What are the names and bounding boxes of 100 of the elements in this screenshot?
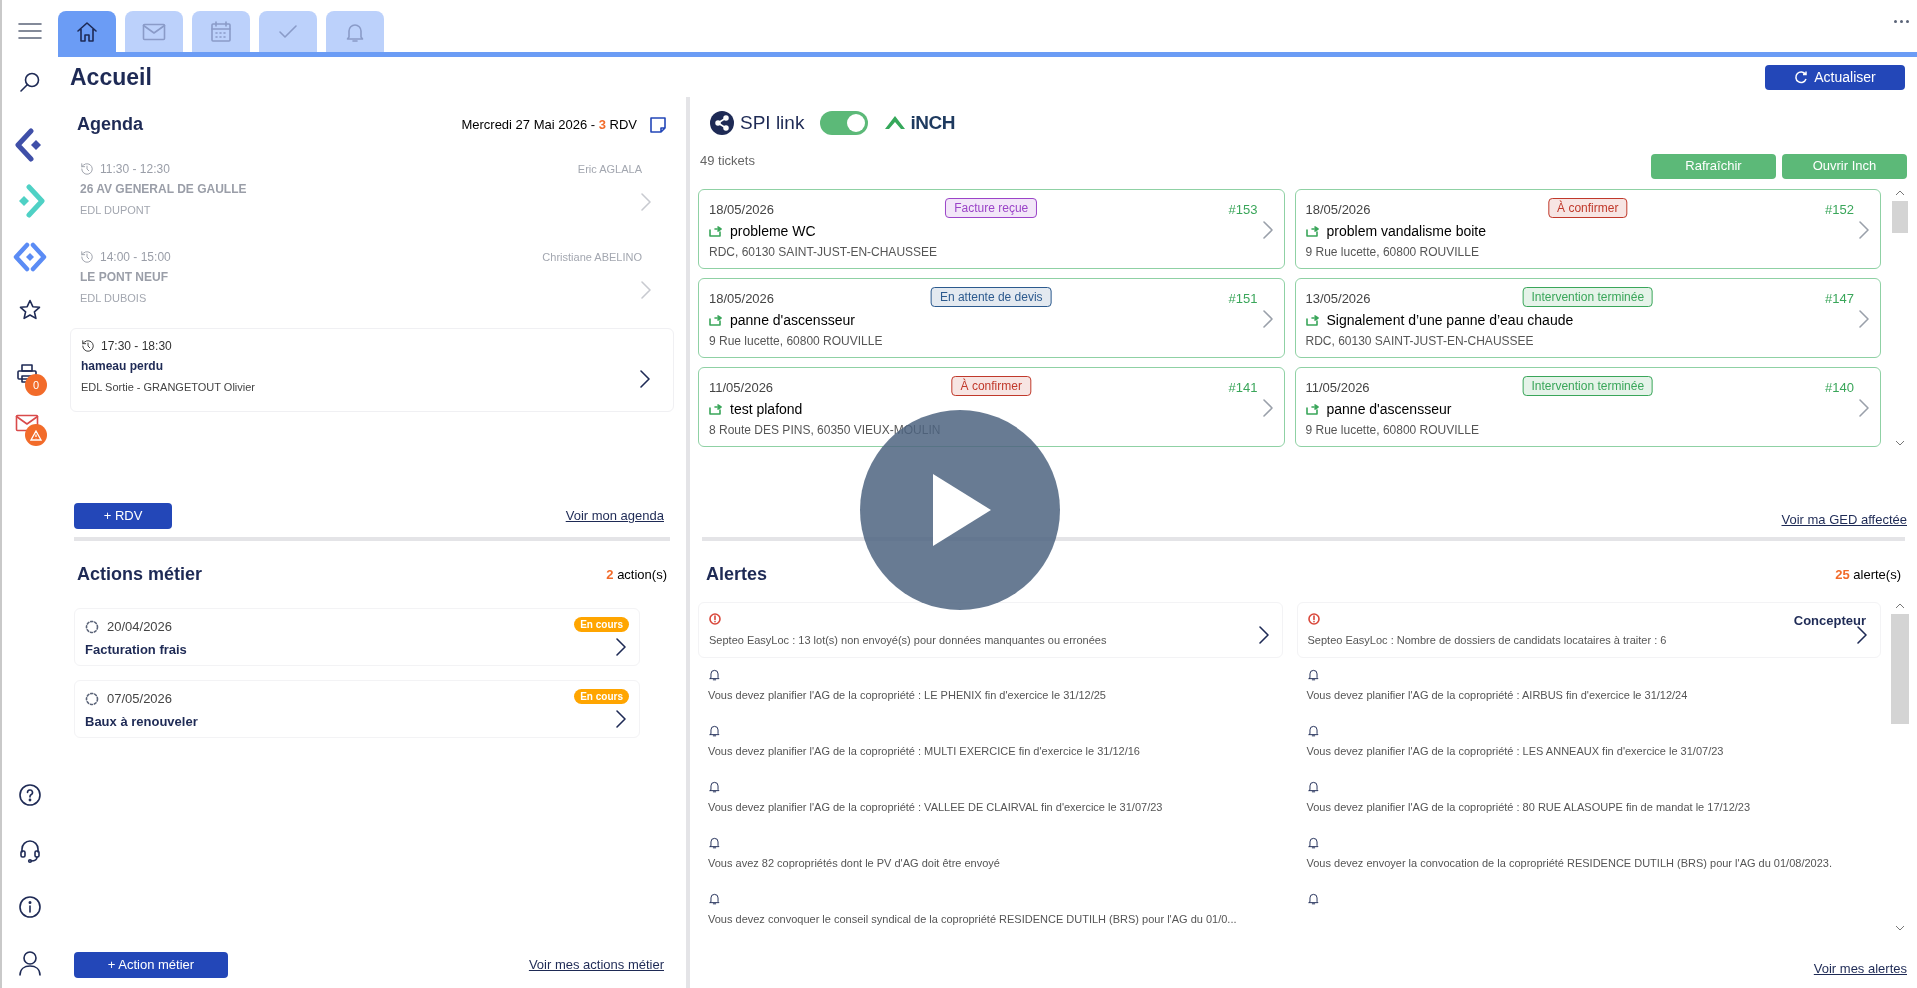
brand-name: SPI link: [740, 111, 805, 135]
alert-item[interactable]: Vous devez planifier l'AG de la copropriété : MULTI EXERCICE fin d'exercice le 31/12/16: [698, 714, 1283, 770]
chevron-right-icon: [1858, 219, 1870, 240]
sync-toggle[interactable]: [820, 111, 869, 136]
scroll-up-icon[interactable]: [1895, 602, 1905, 610]
ticket-icon: [709, 315, 722, 326]
action-count: 2 action(s): [606, 565, 667, 584]
alert-text: Vous avez 82 copropriétés dont le PV d'AG doit être envoyé: [708, 856, 1000, 871]
headset-icon: [18, 838, 42, 864]
ticket-title: Signalement d’une panne d’eau chaude: [1326, 311, 1574, 330]
section-title: Alertes: [706, 563, 768, 586]
envelope-icon: [142, 22, 166, 41]
alert-item[interactable]: Septeo EasyLoc : Nombre de dossiers de candidats locataires à traiter : 6 Concepteur: [1296, 602, 1881, 658]
alert-tag: Concepteur: [1793, 611, 1866, 631]
action-title: Baux à renouveler: [85, 712, 198, 731]
alert-item[interactable]: Vous devez planifier l'AG de la copropriété : VALLEE DE CLAIRVAL fin d'exercice le 31/07/23: [698, 770, 1283, 826]
bell-icon: [708, 779, 721, 793]
scroll-down-icon[interactable]: [1895, 924, 1905, 932]
status-badge: Intervention terminée: [1522, 375, 1654, 396]
ticket-title: panne d'ascensseur: [730, 311, 855, 330]
alert-item[interactable]: Vous avez 82 copropriétés dont le PV d'AG doit être envoyé: [698, 826, 1283, 882]
ticket-icon: [1305, 404, 1319, 415]
ticket-address: 9 Rue lucette, 60800 ROUVILLE: [1305, 422, 1480, 439]
bell-icon: [1306, 835, 1320, 849]
appointment-detail: EDL DUPONT: [80, 203, 152, 218]
ticket-card[interactable]: 18/05/2026 Facture reçue #153 probleme WC RDC, 60130 SAINT-JUST-EN-CHAUSSEE: [698, 188, 1285, 269]
appointment-time: 11:30 - 12:30: [100, 161, 170, 178]
ticket-title: panne d'ascensseur: [1326, 400, 1452, 419]
refresh-icon: [1794, 70, 1809, 84]
user-icon: [18, 950, 42, 976]
appointment-card[interactable]: 17:30 - 18:30 hameau perdu EDL Sortie - GRANGETOUT Olivier: [70, 328, 674, 412]
alert-text: Vous devez envoyer la convocation de la copropriété RESIDENCE DUTILH (BRS) pour l'AG du 01/08/2023.: [1306, 856, 1832, 871]
alert-item[interactable]: Vous devez planifier l'AG de la copropriété : AIRBUS fin d'exercice le 31/12/24: [1296, 658, 1881, 714]
tab[interactable]: [326, 11, 384, 52]
chevron-right-icon: [1261, 308, 1274, 329]
alert-count: 25 alerte(s): [1835, 565, 1901, 584]
alert-text: Vous devez planifier l'AG de la copropriété : 80 RUE ALASOUPE fin de mandat le 17/12/23: [1306, 800, 1751, 815]
alert-item[interactable]: Septeo EasyLoc : 13 lot(s) non envoyé(s) pour données manquantes ou erronées: [698, 602, 1283, 658]
appointment-detail: EDL DUBOIS: [80, 291, 148, 306]
add-action-button[interactable]: + Action métier: [74, 952, 228, 978]
chevron-right-icon: [639, 369, 651, 389]
scroll-up-icon[interactable]: [1895, 188, 1905, 197]
alert-item[interactable]: Vous devez envoyer la convocation de la copropriété RESIDENCE DUTILH (BRS) pour l'AG du 01/08/2023.: [1296, 826, 1881, 882]
ticket-number: #140: [1825, 378, 1854, 397]
diamond-icon: [13, 240, 47, 274]
progress-icon: [85, 691, 99, 706]
refresh-button[interactable]: Actualiser: [1765, 64, 1905, 90]
action-card[interactable]: 20/04/2026 Facturation frais En cours: [74, 608, 640, 666]
tab[interactable]: [58, 11, 116, 52]
ticket-address: 9 Rue lucette, 60800 ROUVILLE: [709, 333, 884, 350]
alerts-link[interactable]: Voir mes alertes: [1813, 958, 1907, 978]
help-icon: [18, 783, 42, 807]
alert-text: Vous devez planifier l'AG de la copropriété : LES ANNEAUX fin d'exercice le 31/07/23: [1306, 744, 1724, 759]
alert-item[interactable]: Vous devez planifier l'AG de la copropriété : 80 RUE ALASOUPE fin de mandat le 17/12/23: [1296, 770, 1881, 826]
add-appointment-button[interactable]: + RDV: [74, 503, 172, 529]
action-card[interactable]: 07/05/2026 Baux à renouveler En cours: [74, 680, 640, 738]
scrollbar-thumb[interactable]: [1892, 200, 1908, 233]
scrollbar-thumb[interactable]: [1891, 614, 1909, 724]
ticket-icon: [1305, 226, 1319, 237]
ticket-card[interactable]: 18/05/2026 En attente de devis #151 panne d'ascensseur 9 Rue lucette, 60800 ROUVILLE: [698, 277, 1285, 358]
bell-icon: [1306, 723, 1320, 737]
alert-item[interactable]: Vous devez planifier l'AG de la copropriété : LE PHENIX fin d'exercice le 31/12/25: [698, 658, 1283, 714]
ticket-number: #152: [1825, 200, 1854, 219]
actions-link[interactable]: Voir mes actions métier: [528, 955, 664, 975]
section-title: Actions métier: [77, 563, 203, 586]
ticket-number: #153: [1228, 200, 1258, 219]
ticket-card[interactable]: 13/05/2026 Intervention terminée #147 Signalement d’une panne d’eau chaude RDC, 60130 SAINT-JUST-EN-CHAUSSEE: [1294, 277, 1881, 358]
ticket-card[interactable]: 11/05/2026 Intervention terminée #140 panne d'ascensseur 9 Rue lucette, 60800 ROUVILLE: [1294, 366, 1881, 447]
action-title: Facturation frais: [85, 640, 187, 659]
agenda-date: Mercredi 27 Mai 2026 - 3 RDV: [461, 115, 637, 134]
chevron-right-icon: [1858, 397, 1870, 418]
more-icon[interactable]: [1894, 20, 1909, 23]
bell-icon: [1306, 891, 1320, 905]
tab[interactable]: [125, 11, 183, 52]
ticket-icon: [709, 404, 722, 415]
info-icon: [18, 895, 42, 919]
progress-icon: [85, 619, 99, 634]
ticket-card[interactable]: 18/05/2026 À confirmer #152 problem vandalisme boite 9 Rue lucette, 60800 ROUVILLE: [1294, 188, 1881, 269]
envelope-icon: [15, 414, 39, 432]
section-title: Agenda: [77, 113, 143, 136]
agenda-link[interactable]: Voir mon agenda: [565, 506, 664, 526]
alert-text: Vous devez planifier l'AG de la copropriété : LE PHENIX fin d'exercice le 31/12/25: [708, 688, 1106, 703]
history-icon: [80, 250, 94, 264]
share-icon: [710, 111, 734, 136]
bell-icon: [1306, 779, 1320, 793]
scroll-down-icon[interactable]: [1895, 438, 1905, 447]
alert-item[interactable]: Vous devez convoquer le conseil syndical de la copropriété RESIDENCE DUTILH (BRS) pour l'AG du 01/0...: [698, 882, 1283, 938]
chevron-right-icon: [1858, 308, 1870, 329]
ged-link[interactable]: Voir ma GED affectée: [1781, 509, 1907, 529]
ticket-number: #151: [1228, 289, 1258, 308]
alert-info-icon: [1307, 613, 1320, 625]
chevron-right-icon: [615, 709, 627, 729]
ticket-date: 13/05/2026: [1305, 289, 1371, 308]
bell-icon: [1306, 667, 1320, 681]
ticket-icon: [1305, 315, 1319, 326]
search-icon: [18, 70, 42, 94]
alert-item[interactable]: Vous devez planifier l'AG de la copropriété : LES ANNEAUX fin d'exercice le 31/07/23: [1296, 714, 1881, 770]
tab[interactable]: [192, 11, 250, 52]
bell-icon: [708, 723, 721, 737]
ticket-date: 18/05/2026: [1305, 200, 1371, 219]
